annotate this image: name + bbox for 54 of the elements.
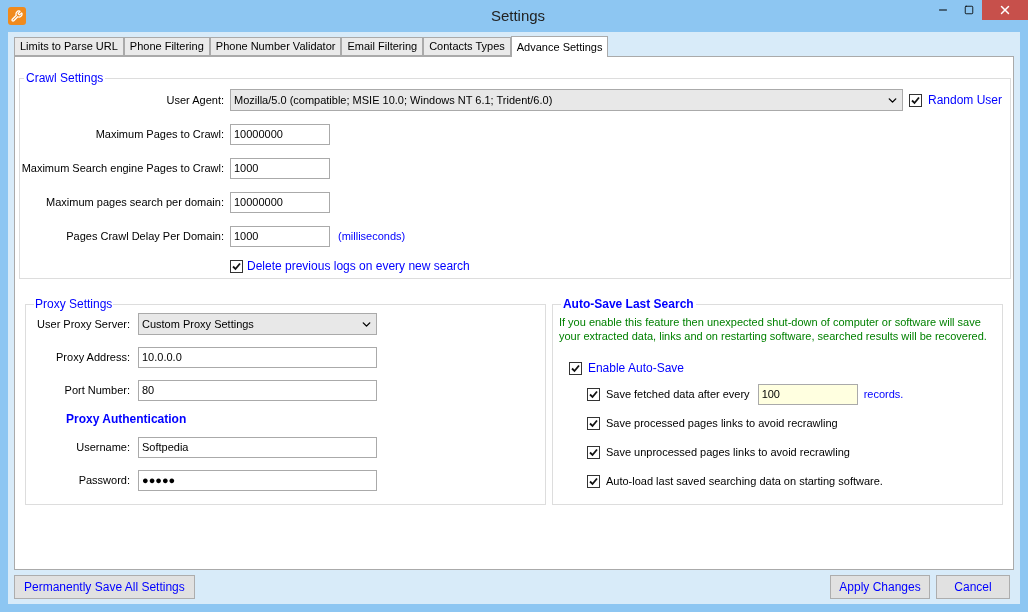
proxy-server-dropdown[interactable]: Custom Proxy Settings	[138, 313, 377, 335]
field-label: Username:	[75, 440, 130, 456]
group-title: Crawl Settings	[25, 70, 105, 87]
group-title: Auto-Save Last Search	[561, 296, 695, 313]
field-label: Proxy Address:	[55, 350, 130, 366]
checkbox-label: Save unprocessed pages links to avoid recrawling	[605, 445, 850, 461]
number-field[interactable]: 10000000	[230, 192, 330, 213]
checkbox[interactable]	[586, 446, 600, 459]
checkbox-label: Enable Auto-Save	[587, 360, 684, 377]
text-field[interactable]: Softpedia	[138, 437, 377, 458]
checkbox[interactable]	[586, 475, 600, 488]
password-field[interactable]: ●●●●●	[138, 470, 377, 491]
group-title: Proxy Settings	[34, 296, 114, 313]
tab[interactable]: Limits to Parse URL	[14, 37, 124, 56]
cancel-button[interactable]: Cancel	[936, 575, 1010, 599]
field-label: Port Number:	[63, 383, 130, 399]
checkbox-label: Delete previous logs on every new search	[247, 258, 470, 275]
checkbox-label: Save processed pages links to avoid recrawling	[605, 416, 838, 432]
close-icon	[998, 3, 1012, 17]
checkbox[interactable]	[909, 93, 922, 107]
text-field[interactable]: 10.0.0.0	[138, 347, 377, 368]
tab[interactable]: Advance Settings	[510, 36, 609, 57]
section-heading: Proxy Authentication	[65, 411, 188, 428]
field-label: Pages Crawl Delay Per Domain:	[65, 229, 224, 245]
checkbox-label: Random User	[928, 92, 1003, 109]
maximize-icon	[964, 5, 974, 15]
description-text: If you enable this feature then unexpected shut-down of computer or software will save your extracted data, links and on restarting software, searched results will be recovered.	[558, 315, 988, 343]
field-label: Maximum Pages to Crawl:	[94, 127, 224, 143]
records-field[interactable]: 100	[757, 384, 858, 405]
window-title: Settings	[490, 5, 546, 26]
field-label: Password:	[77, 473, 130, 489]
unit-label: records.	[863, 387, 904, 403]
apply-button[interactable]: Apply Changes	[830, 575, 930, 599]
tab[interactable]: Phone Filtering	[123, 37, 210, 56]
tab[interactable]: Email Filtering	[341, 37, 424, 56]
number-field[interactable]: 10000000	[230, 124, 330, 145]
checkbox[interactable]	[568, 361, 582, 375]
field-label: User Agent:	[165, 92, 224, 108]
number-field[interactable]: 1000	[230, 158, 330, 179]
checkbox[interactable]	[586, 417, 600, 430]
checkbox-label: Save fetched data after every	[605, 387, 750, 403]
user-agent-dropdown[interactable]: Mozilla/5.0 (compatible; MSIE 10.0; Windows NT 6.1; Trident/6.0)	[230, 89, 903, 111]
field-label: Maximum pages search per domain:	[45, 195, 224, 211]
checkbox-label: Auto-load last saved searching data on starting software.	[605, 474, 883, 490]
checkbox[interactable]	[230, 259, 243, 273]
field-label: Maximum Search engine Pages to Crawl:	[20, 161, 224, 177]
number-field[interactable]: 1000	[230, 226, 330, 247]
checkbox[interactable]	[586, 388, 600, 401]
field-label: User Proxy Server:	[36, 316, 130, 332]
save-all-button[interactable]: Permanently Save All Settings	[14, 575, 195, 599]
unit-label: (milliseconds)	[338, 229, 406, 245]
text-field[interactable]: 80	[138, 380, 377, 401]
tab[interactable]: Phone Number Validator	[209, 37, 342, 56]
tab[interactable]: Contacts Types	[423, 37, 511, 56]
